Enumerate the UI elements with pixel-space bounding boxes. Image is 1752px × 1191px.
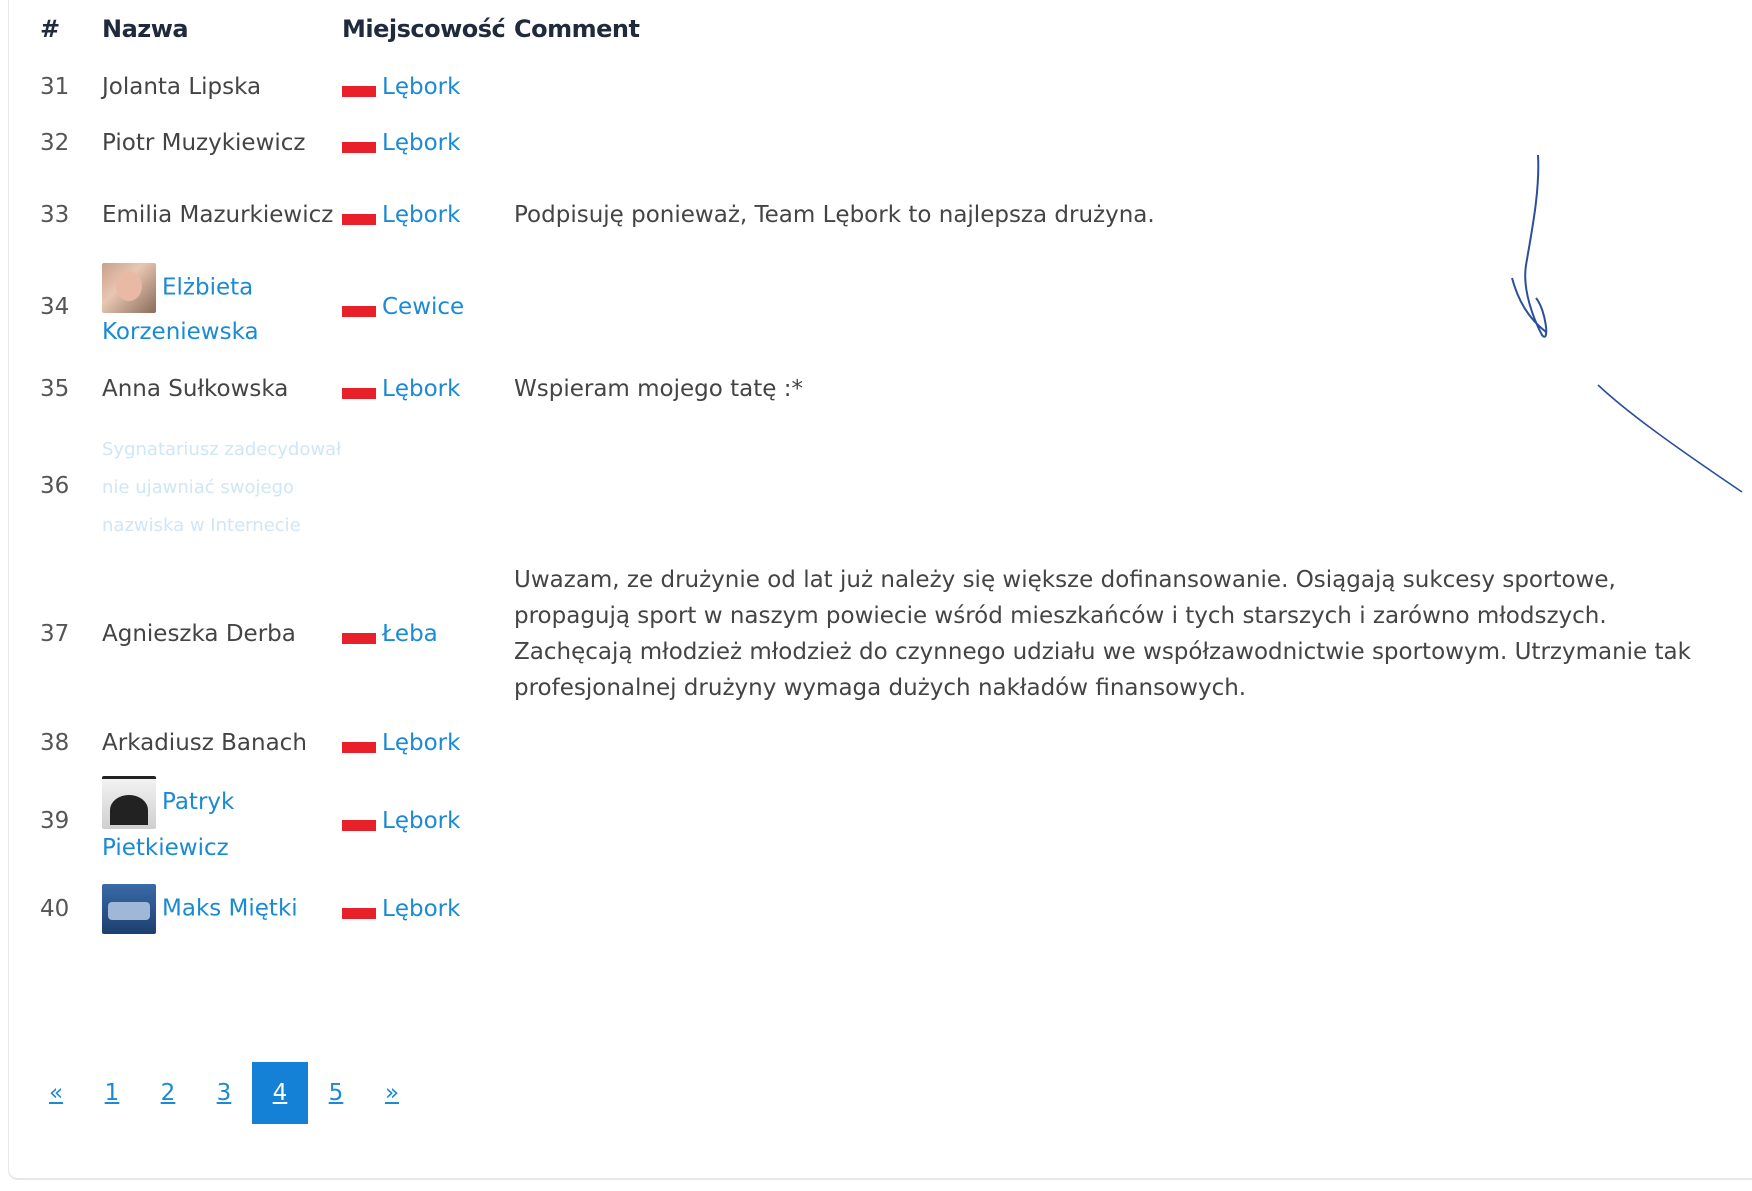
- header-city: Miejscowość: [342, 15, 506, 43]
- row-number: 36: [40, 473, 70, 499]
- signer-name: Sygnatariusz zadecydował nie ujawniać sw…: [102, 439, 342, 536]
- signer-name-cell: Elżbieta Korzeniewska: [102, 260, 342, 354]
- city-cell: Lębork: [342, 170, 514, 260]
- signer-name: Emilia Mazurkiewicz: [102, 202, 334, 228]
- table-row: 40 Maks Miętki Lębork: [40, 876, 1704, 942]
- city-link[interactable]: Lębork: [382, 74, 460, 100]
- city-link[interactable]: Lębork: [382, 130, 460, 156]
- city-link[interactable]: Lębork: [382, 730, 460, 756]
- city-cell: Lębork: [342, 58, 514, 116]
- signer-name-cell: Agnieszka Derba: [102, 548, 342, 720]
- header-name: Nazwa: [102, 15, 189, 43]
- signer-name-cell: Anna Sułkowska: [102, 354, 342, 424]
- pagination-page-5[interactable]: 5: [308, 1062, 364, 1124]
- comment-cell: [514, 876, 1704, 942]
- flag-icon: [342, 86, 376, 97]
- row-number: 39: [40, 808, 70, 834]
- flag-icon: [342, 742, 376, 753]
- avatar[interactable]: [102, 884, 156, 934]
- table-row: 35 Anna Sułkowska Lębork Wspieram mojego ta…: [40, 354, 1704, 424]
- flag-icon: [342, 820, 376, 831]
- row-number: 40: [40, 896, 70, 922]
- comment-cell: Uwazam, ze drużynie od lat już należy si…: [514, 567, 1691, 701]
- pagination-page-2[interactable]: 2: [140, 1062, 196, 1124]
- city-link[interactable]: Lębork: [382, 202, 460, 228]
- table-body: 31 Jolanta Lipska Lębork 32 Piotr Muzykiewic…: [40, 58, 1704, 942]
- row-number: 38: [40, 730, 70, 756]
- signer-name-cell: Piotr Muzykiewicz: [102, 116, 342, 170]
- flag-icon: [342, 306, 376, 317]
- city-cell: Lębork: [342, 876, 514, 942]
- table-row: 32 Piotr Muzykiewicz Lębork: [40, 116, 1704, 170]
- table-row: 34 Elżbieta Korzeniewska Cewice: [40, 260, 1704, 354]
- row-number: 35: [40, 376, 70, 402]
- signer-name-cell: Jolanta Lipska: [102, 58, 342, 116]
- signer-name-cell: Maks Miętki: [102, 876, 342, 942]
- flag-icon: [342, 908, 376, 919]
- flag-icon: [342, 142, 376, 153]
- avatar[interactable]: [102, 263, 156, 313]
- signer-name: Piotr Muzykiewicz: [102, 130, 306, 156]
- signer-name-cell: Patryk Pietkiewicz: [102, 766, 342, 876]
- signer-name: Agnieszka Derba: [102, 621, 296, 647]
- city-link[interactable]: Lębork: [382, 376, 460, 402]
- city-cell: [342, 424, 514, 548]
- table-row: 31 Jolanta Lipska Lębork: [40, 58, 1704, 116]
- city-cell: Lębork: [342, 116, 514, 170]
- flag-icon: [342, 633, 376, 644]
- table-row: 37 Agnieszka Derba Łeba Uwazam, ze drużynie…: [40, 548, 1704, 720]
- city-cell: Lębork: [342, 720, 514, 766]
- city-cell: Lębork: [342, 354, 514, 424]
- flag-icon: [342, 388, 376, 399]
- table-row: 38 Arkadiusz Banach Lębork: [40, 720, 1704, 766]
- signer-name-cell: Sygnatariusz zadecydował nie ujawniać sw…: [102, 424, 342, 548]
- signer-name: Jolanta Lipska: [102, 74, 262, 100]
- signatures-table: # Nazwa Miejscowość Comment 31 Jolanta Li…: [40, 0, 1704, 942]
- city-link[interactable]: Lębork: [382, 808, 460, 834]
- city-cell: Łeba: [342, 548, 514, 720]
- table-row: 36 Sygnatariusz zadecydował nie ujawniać …: [40, 424, 1704, 548]
- city-link[interactable]: Łeba: [382, 621, 438, 647]
- signer-name-cell: Arkadiusz Banach: [102, 720, 342, 766]
- row-number: 37: [40, 621, 70, 647]
- pagination-page-1[interactable]: 1: [84, 1062, 140, 1124]
- city-link[interactable]: Cewice: [382, 294, 464, 320]
- table-header-row: # Nazwa Miejscowość Comment: [40, 0, 1704, 58]
- signer-name: Arkadiusz Banach: [102, 730, 307, 756]
- signer-name: Anna Sułkowska: [102, 376, 289, 402]
- comment-cell: [514, 58, 1704, 116]
- row-number: 32: [40, 130, 70, 156]
- signer-name-cell: Emilia Mazurkiewicz: [102, 170, 342, 260]
- pagination: «1 2 3 4 5»: [28, 1062, 420, 1124]
- table-row: 33 Emilia Mazurkiewicz Lębork Podpisuję pon…: [40, 170, 1704, 260]
- city-cell: Lębork: [342, 766, 514, 876]
- pagination-next[interactable]: »: [364, 1062, 420, 1124]
- header-comment: Comment: [514, 15, 640, 43]
- header-num: #: [40, 15, 60, 43]
- handwritten-signature: [1511, 154, 1743, 493]
- pagination-page-3[interactable]: 3: [196, 1062, 252, 1124]
- row-number: 34: [40, 294, 70, 320]
- comment-cell: [514, 720, 1704, 766]
- avatar[interactable]: [102, 775, 156, 829]
- comment-cell: [514, 766, 1704, 876]
- pagination-prev[interactable]: «: [28, 1062, 84, 1124]
- city-link[interactable]: Lębork: [382, 896, 460, 922]
- table-row: 39 Patryk Pietkiewicz Lębork: [40, 766, 1704, 876]
- pagination-page-4[interactable]: 4: [252, 1062, 308, 1124]
- flag-icon: [342, 214, 376, 225]
- row-number: 33: [40, 202, 70, 228]
- signer-name-link[interactable]: Maks Miętki: [162, 896, 298, 922]
- city-cell: Cewice: [342, 260, 514, 354]
- row-number: 31: [40, 74, 70, 100]
